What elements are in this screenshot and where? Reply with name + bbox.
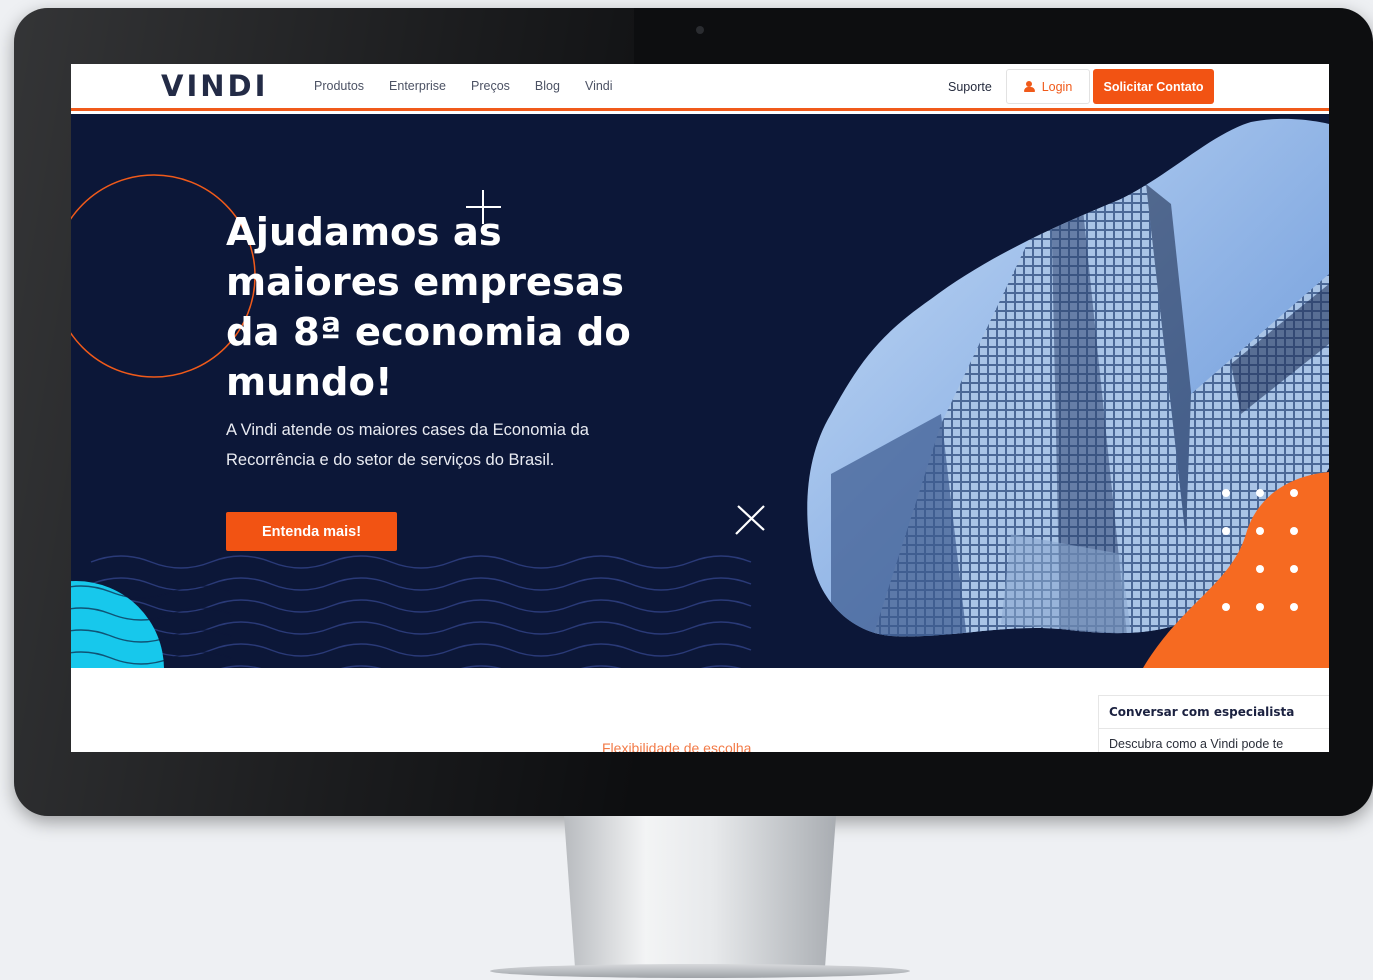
contato-label: Solicitar Contato: [1103, 79, 1204, 94]
solicitar-contato-button[interactable]: Solicitar Contato: [1093, 69, 1214, 104]
website-screen: VINDI Produtos Enterprise Preços Blog Vi…: [71, 64, 1329, 752]
content-section: Flexibilidade de escolha Conversar com e…: [71, 668, 1329, 752]
stand-neck: [564, 816, 836, 966]
nav-link-enterprise[interactable]: Enterprise: [389, 79, 446, 93]
stand-base: [490, 964, 910, 978]
nav-link-vindi[interactable]: Vindi: [585, 79, 613, 93]
nav-links: Produtos Enterprise Preços Blog Vindi: [314, 79, 638, 93]
user-icon: [1023, 80, 1035, 93]
hero-banner: Ajudamos as maiores empresas da 8ª econo…: [71, 114, 1329, 668]
chat-text: Descubra como a Vindi pode te: [1109, 737, 1284, 751]
chat-title: Conversar com especialista: [1109, 705, 1295, 719]
logo-text: VINDI: [161, 69, 269, 103]
wave-pattern: [90, 555, 752, 668]
hero-subtitle: A Vindi atende os maiores cases da Econo…: [226, 421, 589, 469]
chat-divider: [1099, 728, 1329, 729]
vindi-logo[interactable]: VINDI: [161, 69, 268, 103]
nav-link-blog[interactable]: Blog: [535, 79, 560, 93]
nav-link-precos[interactable]: Preços: [471, 79, 510, 93]
login-label: Login: [1041, 79, 1073, 94]
section-label: Flexibilidade de escolha: [602, 740, 752, 752]
x-icon: [735, 505, 765, 535]
monitor-stand: [490, 816, 910, 980]
entenda-label: Entenda mais!: [261, 523, 362, 540]
login-button[interactable]: Login: [1006, 69, 1090, 104]
nav-link-suporte[interactable]: Suporte: [948, 80, 992, 94]
entenda-mais-button[interactable]: Entenda mais!: [226, 512, 397, 551]
chat-widget[interactable]: Conversar com especialista Descubra como…: [1098, 695, 1329, 752]
nav-link-produtos[interactable]: Produtos: [314, 79, 364, 93]
camera-dot: [696, 26, 704, 34]
hero-title: Ajudamos as maiores empresas da 8ª econo…: [226, 210, 631, 405]
top-navigation: VINDI Produtos Enterprise Preços Blog Vi…: [71, 64, 1329, 111]
